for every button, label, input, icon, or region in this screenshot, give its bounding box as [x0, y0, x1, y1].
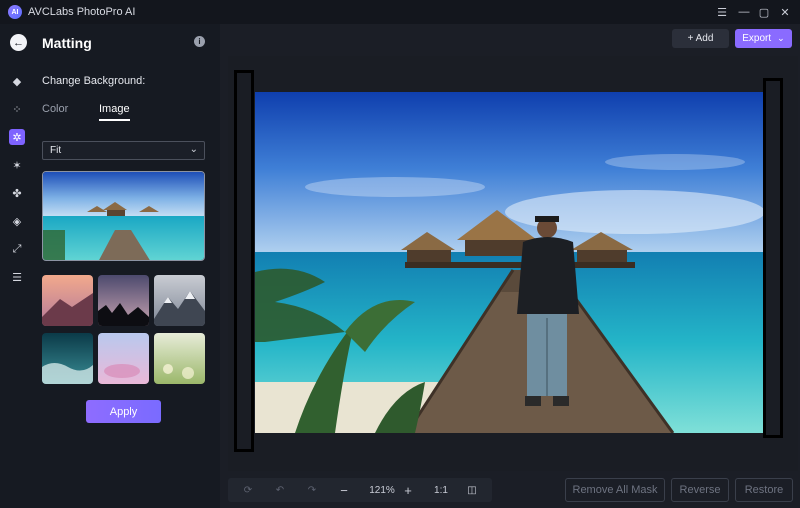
thumb-image [154, 275, 205, 326]
thumb-image [154, 333, 205, 384]
redo-icon[interactable]: ↷ [304, 482, 320, 498]
canvas-area[interactable] [228, 56, 798, 471]
matting-icon[interactable]: ✲ [9, 129, 25, 145]
bg-thumb-snowy-peaks[interactable] [154, 275, 205, 326]
tool-rail: ◆ ⁘ ✲ ✶ ✤ ◈ ⤢ ☰ [0, 24, 34, 508]
menu-icon[interactable]: ☰ [714, 4, 730, 20]
minimize-icon[interactable]: — [736, 4, 752, 20]
tab-color[interactable]: Color [42, 103, 68, 119]
background-preview[interactable] [42, 171, 205, 261]
thumb-image [98, 333, 149, 384]
back-arrow-icon[interactable]: ← [10, 34, 27, 51]
main-area: + Add Export ⌄ ⟳ ↶ ↷ − 121% + 1:1 ◫ Remo… [220, 24, 800, 508]
actual-size-button[interactable]: 1:1 [428, 482, 454, 498]
adjust-icon[interactable]: ☰ [9, 269, 25, 285]
bucket-icon[interactable]: ◈ [9, 213, 25, 229]
chevron-down-icon: ⌄ [189, 144, 198, 155]
export-button[interactable]: Export ⌄ [735, 29, 792, 48]
edited-photo[interactable] [255, 92, 763, 433]
photo-canvas [255, 92, 763, 433]
bg-thumb-pastel-clouds[interactable] [98, 333, 149, 384]
restore-button[interactable]: Restore [735, 478, 793, 502]
panel-title: Matting [42, 35, 92, 51]
thumb-image [42, 333, 93, 384]
remove-all-mask-button[interactable]: Remove All Mask [565, 478, 665, 502]
info-icon[interactable]: i [194, 36, 205, 47]
app-logo-text: AI [11, 8, 19, 16]
maximize-icon[interactable]: ▢ [756, 4, 772, 20]
thumb-image [42, 275, 93, 326]
app-title: AVCLabs PhotoPro AI [28, 6, 136, 18]
mask-frame-left [234, 70, 254, 452]
bg-thumb-sunset-mountain[interactable] [42, 275, 93, 326]
fit-select[interactable]: Fit ⌄ [42, 141, 205, 160]
beach-preview-image [43, 172, 204, 260]
sparkle-icon[interactable]: ✶ [9, 157, 25, 173]
undo-icon[interactable]: ↶ [272, 482, 288, 498]
compare-icon[interactable]: ◫ [464, 482, 480, 498]
bottom-toolbar: ⟳ ↶ ↷ − 121% + 1:1 ◫ [228, 478, 492, 502]
thumb-image [98, 275, 149, 326]
resize-icon[interactable]: ⤢ [9, 241, 25, 257]
chevron-down-icon: ⌄ [777, 33, 785, 43]
zoom-in-icon[interactable]: + [400, 482, 416, 498]
mask-frame-right [763, 78, 783, 438]
title-bar: AI AVCLabs PhotoPro AI ☰ — ▢ ✕ [0, 0, 800, 24]
zoom-level: 121% [369, 484, 395, 496]
bg-thumb-ocean-wave[interactable] [42, 333, 93, 384]
export-label: Export [742, 33, 772, 44]
enhance-icon[interactable]: ⁘ [9, 101, 25, 117]
zoom-out-icon[interactable]: − [336, 482, 352, 498]
refresh-icon[interactable]: ⟳ [240, 482, 256, 498]
app-logo-icon: AI [8, 5, 22, 19]
add-button[interactable]: + Add [672, 29, 729, 48]
close-icon[interactable]: ✕ [777, 4, 793, 20]
app-window: AI AVCLabs PhotoPro AI ☰ — ▢ ✕ ◆ ⁘ ✲ ✶ ✤… [0, 0, 800, 508]
tab-image[interactable]: Image [99, 103, 130, 121]
bg-thumb-meadow-bokeh[interactable] [154, 333, 205, 384]
fan-icon[interactable]: ✤ [9, 185, 25, 201]
bg-thumb-dusk-forest[interactable] [98, 275, 149, 326]
apply-button[interactable]: Apply [86, 400, 161, 423]
change-background-label: Change Background: [42, 75, 146, 87]
eraser-icon[interactable]: ◆ [9, 73, 25, 89]
reverse-button[interactable]: Reverse [671, 478, 729, 502]
fit-select-value: Fit [50, 145, 62, 156]
matting-panel: ← Matting i Change Background: Color Ima… [10, 24, 220, 508]
